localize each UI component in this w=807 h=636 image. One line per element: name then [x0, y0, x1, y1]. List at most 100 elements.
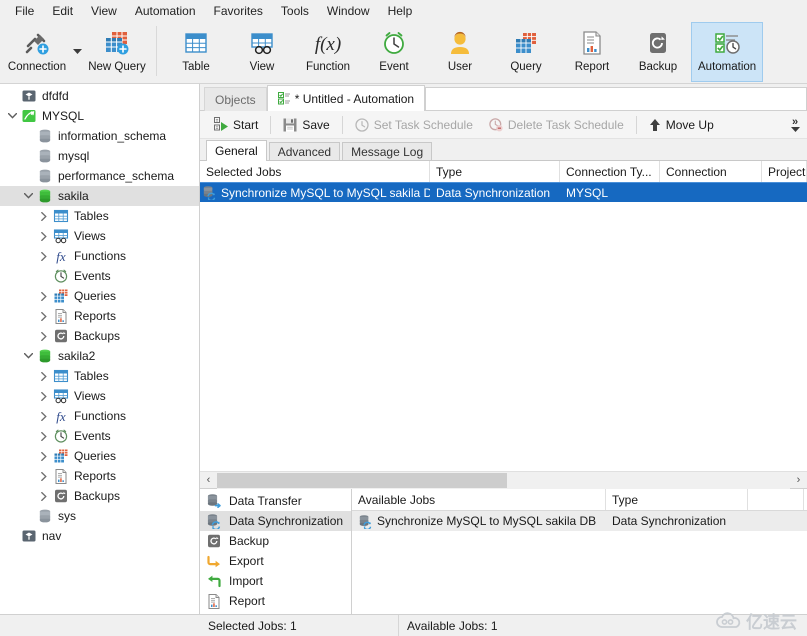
tree-item-events[interactable]: Events: [0, 426, 199, 446]
job-type-data-synchronization[interactable]: Data Synchronization: [200, 511, 351, 531]
delete-task-schedule-button[interactable]: Delete Task Schedule: [481, 113, 632, 137]
job-type-data-transfer[interactable]: Data Transfer: [200, 491, 351, 511]
tree-item-views[interactable]: Views: [0, 226, 199, 246]
tab-untitled-automation[interactable]: * Untitled - Automation: [266, 85, 426, 111]
table-row[interactable]: Synchronize MySQL to MySQL sakila DB Data…: [200, 183, 807, 202]
ribbon-button-connection[interactable]: Connection: [4, 22, 70, 82]
chevron-right-icon[interactable]: [36, 451, 52, 461]
chevron-right-icon[interactable]: [36, 211, 52, 221]
scroll-right-arrow-icon[interactable]: ›: [790, 472, 807, 489]
scroll-left-arrow-icon[interactable]: ‹: [200, 472, 217, 489]
move-up-button[interactable]: Move Up: [641, 113, 722, 137]
chevron-right-icon[interactable]: [36, 311, 52, 321]
tree-item-functions[interactable]: fx Functions: [0, 406, 199, 426]
menu-item-help[interactable]: Help: [379, 1, 422, 21]
object-tree-sidebar[interactable]: dfdfd MYSQL information_schema mysql perform…: [0, 84, 200, 636]
tree-item-views[interactable]: Views: [0, 386, 199, 406]
menu-item-automation[interactable]: Automation: [126, 1, 205, 21]
chevron-right-icon[interactable]: [36, 291, 52, 301]
chevron-right-icon[interactable]: [36, 491, 52, 501]
menu-item-window[interactable]: Window: [318, 1, 379, 21]
chevron-right-icon[interactable]: [36, 471, 52, 481]
tree-item-backups[interactable]: Backups: [0, 326, 199, 346]
tree-item-reports[interactable]: Reports: [0, 466, 199, 486]
job-type-import[interactable]: Import: [200, 571, 351, 591]
column-header-project[interactable]: Project: [762, 161, 807, 182]
tree-item-tables[interactable]: Tables: [0, 206, 199, 226]
ribbon-button-new-query[interactable]: New Query: [84, 22, 150, 82]
ribbon-button-automation[interactable]: Automation: [691, 22, 764, 82]
tab-advanced-label: Advanced: [277, 145, 332, 159]
chevron-right-icon[interactable]: [36, 431, 52, 441]
job-type-export[interactable]: Export: [200, 551, 351, 571]
tree-item-sakila2[interactable]: sakila2: [0, 346, 199, 366]
tab-message-log[interactable]: Message Log: [342, 142, 433, 161]
tree-item-nav[interactable]: nav: [0, 526, 199, 546]
selected-jobs-body[interactable]: Synchronize MySQL to MySQL sakila DB Data…: [200, 183, 807, 471]
menu-item-tools[interactable]: Tools: [272, 1, 318, 21]
available-jobs-body[interactable]: Synchronize MySQL to MySQL sakila DB Data…: [352, 511, 807, 531]
tree-item-reports[interactable]: Reports: [0, 306, 199, 326]
toolbar-overflow-button[interactable]: »: [787, 111, 803, 139]
tree-item-tables[interactable]: Tables: [0, 366, 199, 386]
ribbon-button-table[interactable]: Table: [163, 22, 229, 82]
available-column-header-available-jobs[interactable]: Available Jobs: [352, 489, 606, 510]
tree-item-mysql[interactable]: mysql: [0, 146, 199, 166]
tree-item-information-schema[interactable]: information_schema: [0, 126, 199, 146]
tree-item-performance-schema[interactable]: performance_schema: [0, 166, 199, 186]
tab-general[interactable]: General: [206, 140, 267, 161]
tree-item-queries[interactable]: Queries: [0, 446, 199, 466]
available-job-row[interactable]: Synchronize MySQL to MySQL sakila DB Data…: [352, 511, 807, 531]
ribbon-button-report[interactable]: Report: [559, 22, 625, 82]
tree-item-mysql[interactable]: MYSQL: [0, 106, 199, 126]
selected-jobs-header-row: Selected Jobs Type Connection Ty... Connect…: [200, 161, 807, 183]
save-button[interactable]: Save: [275, 113, 337, 137]
ribbon-button-event[interactable]: Event: [361, 22, 427, 82]
menu-item-edit[interactable]: Edit: [43, 1, 82, 21]
column-header-connection[interactable]: Connection: [660, 161, 762, 182]
column-header-type[interactable]: Type: [430, 161, 560, 182]
start-button[interactable]: Start: [206, 113, 266, 137]
menu-item-file[interactable]: File: [6, 1, 43, 21]
chevron-right-icon[interactable]: [36, 391, 52, 401]
scrollbar-track[interactable]: [217, 471, 790, 489]
available-column-header-blank[interactable]: [748, 489, 804, 510]
tab-objects[interactable]: Objects: [204, 87, 267, 111]
chevron-right-icon[interactable]: [36, 411, 52, 421]
ribbon-button-user[interactable]: User: [427, 22, 493, 82]
column-header-selected-jobs[interactable]: Selected Jobs: [200, 161, 430, 182]
tree-item-sys[interactable]: sys: [0, 506, 199, 526]
column-header-connection-ty-[interactable]: Connection Ty...: [560, 161, 660, 182]
tree-item-queries[interactable]: Queries: [0, 286, 199, 306]
automation-tab-icon: [277, 92, 290, 105]
selected-jobs-horizontal-scrollbar[interactable]: ‹ ›: [200, 471, 807, 489]
chevron-down-icon[interactable]: [20, 193, 36, 199]
chevron-down-icon[interactable]: [20, 353, 36, 359]
toolbar-overflow-label: »: [791, 115, 799, 128]
menu-item-view[interactable]: View: [82, 1, 126, 21]
tab-advanced[interactable]: Advanced: [268, 142, 341, 161]
available-column-header-type[interactable]: Type: [606, 489, 748, 510]
ribbon-button-function[interactable]: f(x) Function: [295, 22, 361, 82]
job-type-report[interactable]: Report: [200, 591, 351, 611]
ribbon-button-backup[interactable]: Backup: [625, 22, 691, 82]
ribbon-button-query[interactable]: Query: [493, 22, 559, 82]
chevron-right-icon[interactable]: [36, 231, 52, 241]
ribbon-button-view[interactable]: View: [229, 22, 295, 82]
job-type-label: Import: [229, 574, 264, 588]
tree-item-events[interactable]: Events: [0, 266, 199, 286]
job-type-backup[interactable]: Backup: [200, 531, 351, 551]
tree-item-backups[interactable]: Backups: [0, 486, 199, 506]
menu-item-favorites[interactable]: Favorites: [205, 1, 272, 21]
tree-item-dfdfd[interactable]: dfdfd: [0, 86, 199, 106]
chevron-right-icon[interactable]: [36, 371, 52, 381]
chevron-right-icon[interactable]: [36, 251, 52, 261]
chevron-right-icon[interactable]: [36, 331, 52, 341]
tree-item-sakila[interactable]: sakila: [0, 186, 199, 206]
chevron-down-icon[interactable]: [4, 113, 20, 119]
database-gray-icon: [36, 148, 54, 164]
scrollbar-thumb[interactable]: [217, 472, 507, 488]
set-task-schedule-button[interactable]: Set Task Schedule: [347, 113, 481, 137]
connection-dropdown-caret[interactable]: [70, 22, 84, 82]
tree-item-functions[interactable]: fx Functions: [0, 246, 199, 266]
